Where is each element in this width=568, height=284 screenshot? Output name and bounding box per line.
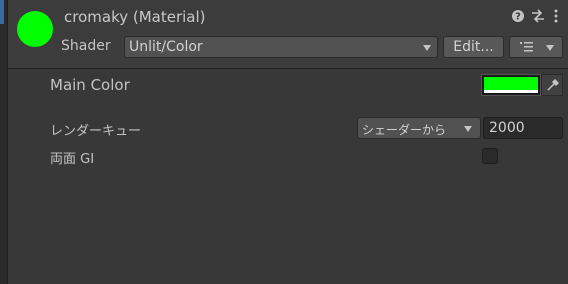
shader-value: Unlit/Color [129,39,203,55]
preset-settings-icon[interactable] [531,9,545,27]
render-queue-input[interactable]: 2000 [483,117,563,139]
selection-indicator [0,0,4,24]
svg-text:?: ? [515,12,521,23]
list-icon [520,42,533,52]
help-icon[interactable]: ? [511,9,525,27]
double-sided-gi-checkbox[interactable] [482,148,498,164]
edit-button-label: Edit... [453,39,494,55]
color-swatch [484,77,538,90]
main-color-label: Main Color [50,76,130,94]
render-queue-value: 2000 [489,120,525,136]
double-sided-gi-label: 両面 GI [50,152,95,167]
shader-dropdown[interactable]: Unlit/Color [124,36,438,58]
more-options-icon[interactable] [553,9,559,27]
render-queue-dropdown[interactable]: シェーダーから [357,117,481,139]
shader-label: Shader [61,38,111,54]
material-preview-icon [17,11,53,47]
render-queue-label: レンダーキュー [50,124,142,139]
alpha-bar [484,90,538,93]
chevron-down-icon [546,45,554,51]
render-queue-mode: シェーダーから [362,123,447,137]
chevron-down-icon [423,45,431,51]
eyedropper-icon [547,79,559,91]
shader-options-button[interactable] [509,36,563,58]
main-color-field[interactable] [481,74,541,96]
eyedropper-button[interactable] [541,74,563,96]
chevron-down-icon [464,126,472,132]
left-panel-edge [0,0,8,284]
material-title: cromaky (Material) [64,8,206,26]
edit-shader-button[interactable]: Edit... [443,36,504,58]
